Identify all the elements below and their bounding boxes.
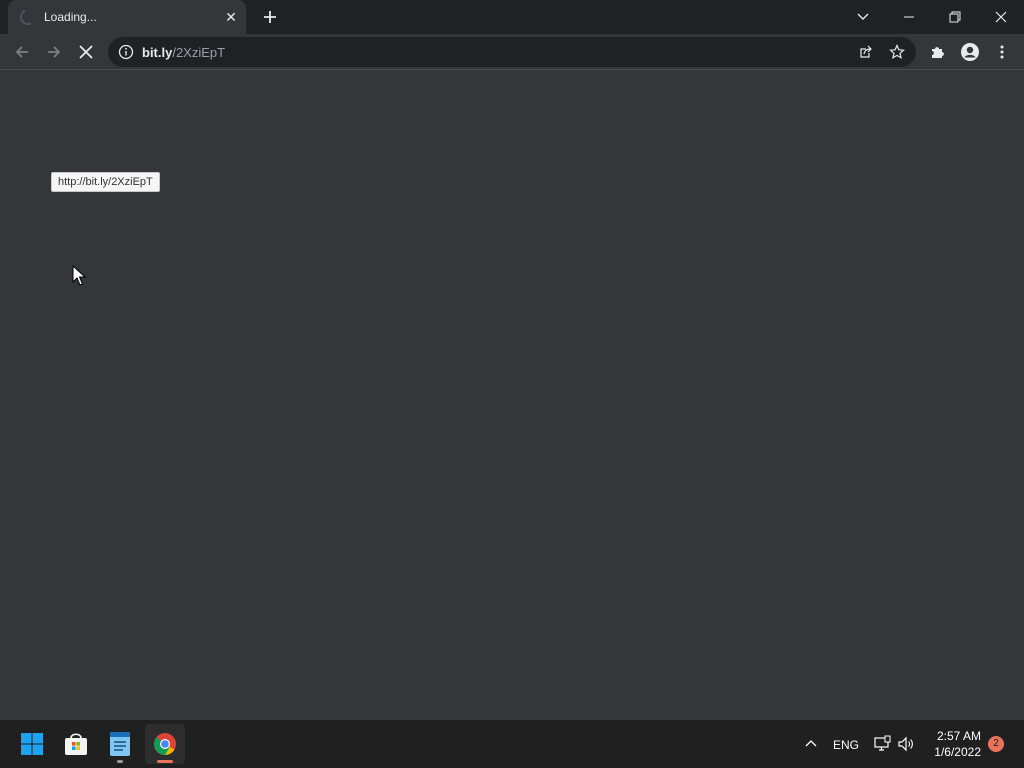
more-vertical-icon: [1000, 45, 1004, 59]
arrow-left-icon: [15, 46, 28, 58]
clock[interactable]: 2:57 AM 1/6/2022: [934, 728, 981, 760]
notification-badge[interactable]: 2: [988, 736, 1004, 752]
arrow-right-icon: [48, 46, 61, 58]
info-icon: [118, 44, 134, 60]
tab-close-button[interactable]: ✕: [222, 8, 240, 26]
close-icon: [995, 11, 1007, 23]
volume-icon[interactable]: [897, 735, 915, 753]
link-tooltip: http://bit.ly/2XziEpT: [51, 172, 160, 192]
language-indicator[interactable]: ENG: [833, 738, 859, 752]
extensions-button[interactable]: [924, 38, 952, 66]
close-icon: [79, 45, 93, 59]
address-bar[interactable]: bit.ly/2XziEpT: [108, 37, 916, 67]
taskbar: ENG 2:57 AM 1/6/2022: [0, 720, 1024, 768]
new-tab-button[interactable]: [258, 6, 282, 28]
page-content: [0, 71, 1024, 720]
chrome-icon: [154, 733, 176, 755]
browser-tab[interactable]: Loading... ✕: [8, 0, 246, 34]
minimize-icon: [904, 16, 914, 18]
url-path: /2XziEpT: [172, 45, 226, 60]
windows-logo-icon: [21, 733, 43, 755]
forward-button[interactable]: [40, 38, 68, 66]
restore-icon: [949, 11, 961, 23]
network-icon[interactable]: [873, 735, 891, 753]
back-button[interactable]: [8, 38, 36, 66]
chevron-up-icon[interactable]: [804, 738, 818, 748]
avatar-icon: [961, 43, 979, 61]
tab-strip: Loading... ✕: [0, 0, 1024, 34]
close-window-button[interactable]: [978, 0, 1024, 34]
taskbar-chrome[interactable]: [145, 724, 185, 764]
plus-icon: [264, 11, 276, 23]
start-button[interactable]: [12, 724, 52, 764]
stop-loading-button[interactable]: [72, 38, 100, 66]
tab-search-button[interactable]: [840, 0, 886, 34]
mouse-cursor-icon: [72, 265, 86, 286]
profile-button[interactable]: [956, 38, 984, 66]
url-host: bit.ly: [142, 45, 173, 60]
notepad-icon: [110, 732, 130, 756]
app-running-indicator: [117, 760, 123, 763]
puzzle-icon: [932, 47, 944, 58]
star-icon[interactable]: [889, 44, 905, 60]
menu-button[interactable]: [988, 38, 1016, 66]
chevron-down-icon: [857, 13, 869, 20]
taskbar-store[interactable]: [56, 724, 96, 764]
minimize-button[interactable]: [886, 0, 932, 34]
url-text: bit.ly/2XziEpT: [142, 45, 225, 60]
restore-button[interactable]: [932, 0, 978, 34]
clock-time: 2:57 AM: [936, 729, 981, 743]
clock-date: 1/6/2022: [934, 745, 981, 759]
browser-toolbar: bit.ly/2XziEpT: [0, 34, 1024, 70]
store-icon: [65, 733, 87, 755]
loading-spinner-icon: [17, 6, 39, 28]
app-active-indicator: [157, 760, 173, 763]
taskbar-notepad[interactable]: [100, 724, 140, 764]
tab-title: Loading...: [44, 10, 97, 24]
share-icon[interactable]: [857, 44, 873, 60]
